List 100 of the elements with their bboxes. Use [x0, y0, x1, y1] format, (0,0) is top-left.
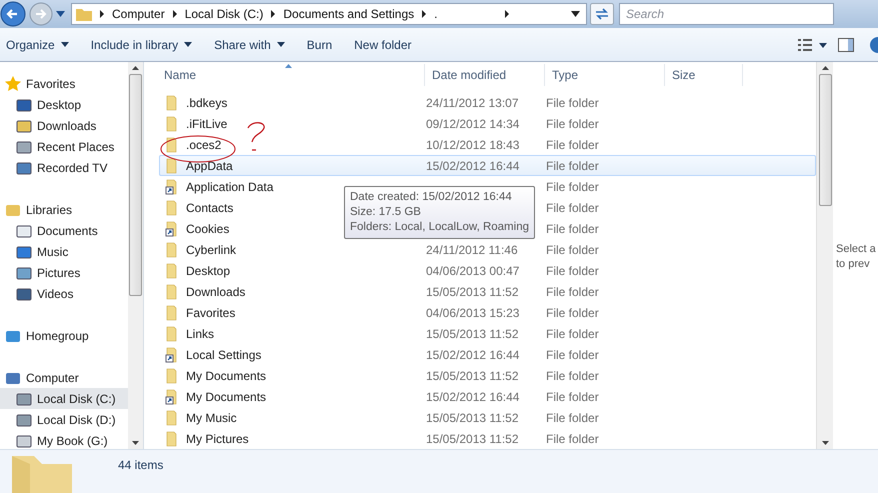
type-text: File folder [546, 390, 599, 404]
nav-item[interactable]: Libraries [0, 199, 128, 220]
nav-item[interactable]: Downloads [0, 115, 128, 136]
type-text: File folder [546, 158, 599, 172]
toolbar-button[interactable]: Include in library [84, 34, 198, 56]
nav-item[interactable]: Recorded TV [0, 157, 128, 178]
date-text: 09/12/2012 14:34 [426, 116, 520, 130]
scroll-down-icon[interactable] [132, 441, 139, 445]
chevron-icon[interactable] [504, 10, 510, 18]
file-name: Contacts [186, 200, 234, 214]
nav-item[interactable]: Local Disk (C:) [0, 388, 128, 409]
star-icon [5, 76, 21, 92]
type-text: File folder [546, 200, 599, 214]
type-text: File folder [546, 326, 599, 340]
dropdown-icon[interactable] [571, 11, 580, 17]
file-name: Cookies [186, 222, 230, 236]
item-count: 44 items [118, 458, 164, 472]
date-text: 15/05/2013 11:52 [426, 368, 519, 382]
question-mark-annotation [247, 122, 265, 151]
toolbar-button[interactable]: New folder [348, 34, 418, 56]
date-text: 15/05/2013 11:52 [426, 432, 519, 446]
type-text: File folder [546, 368, 599, 382]
nav-item[interactable]: My Book (G:) [0, 430, 128, 451]
type-text: File folder [546, 138, 599, 152]
file-name: .oces2 [186, 138, 222, 152]
type-text: File folder [546, 116, 599, 130]
chevron-icon[interactable] [270, 10, 276, 18]
breadcrumb[interactable]: Computer [112, 7, 165, 21]
toolbar-button[interactable]: Share with [208, 34, 291, 56]
dropdown-icon [184, 42, 192, 47]
dropdown-icon [276, 42, 285, 47]
nav-item[interactable]: Documents [0, 220, 128, 241]
type-text: File folder [546, 180, 599, 194]
type-text: File folder [546, 410, 599, 424]
file-name: Links [186, 326, 214, 340]
file-name: Desktop [186, 264, 230, 278]
folder-icon [12, 456, 72, 493]
type-text: File folder [546, 432, 599, 446]
file-name: Cyberlink [186, 242, 236, 256]
breadcrumb[interactable]: Documents and Settings [283, 7, 414, 21]
column-header[interactable]: Type [545, 64, 665, 86]
nav-item[interactable]: Videos [0, 283, 128, 304]
tooltip-line: Folders: Local, LocalLow, Roaming [350, 220, 529, 235]
nav-item[interactable]: Pictures [0, 262, 128, 283]
preview-pane-icon[interactable] [838, 38, 854, 52]
scrollbar[interactable] [816, 62, 833, 449]
nav-item[interactable]: Favorites [0, 73, 128, 94]
history-dropdown-icon[interactable] [56, 11, 65, 17]
scroll-down-icon[interactable] [822, 441, 828, 445]
nav-item[interactable]: Homegroup [0, 325, 128, 346]
date-text: 15/02/2012 16:44 [426, 390, 520, 404]
column-header[interactable]: Date modified [425, 64, 545, 86]
nav-item[interactable]: Recent Places [0, 136, 128, 157]
view-options-icon[interactable] [798, 38, 828, 52]
folder-icon [76, 7, 92, 21]
address-field[interactable]: Computer Local Disk (C:) Documents and Settings . [71, 3, 587, 25]
file-name: Downloads [186, 284, 246, 298]
breadcrumb[interactable]: Local Disk (C:) [184, 7, 264, 21]
date-text: 15/05/2013 11:52 [426, 410, 519, 424]
scroll-up-icon[interactable] [132, 66, 139, 70]
preview-message: to prev [836, 257, 871, 272]
nav-item[interactable]: Desktop [0, 94, 128, 115]
file-name: AppData [186, 158, 233, 172]
refresh-button[interactable] [590, 3, 614, 25]
dropdown-icon [60, 42, 69, 47]
file-name: Application Data [186, 180, 274, 194]
preview-message: Select a [836, 242, 877, 257]
back-button[interactable] [0, 1, 26, 27]
file-name: .bdkeys [186, 96, 228, 110]
search-field[interactable]: Search [619, 3, 834, 25]
date-text: 24/11/2012 11:46 [426, 242, 518, 256]
type-text: File folder [546, 284, 599, 298]
chevron-icon[interactable] [421, 10, 428, 18]
date-text: 10/12/2012 18:43 [426, 138, 520, 152]
column-header[interactable]: Size [665, 64, 743, 86]
chevron-icon[interactable] [172, 10, 178, 18]
toolbar-button[interactable]: Burn [300, 34, 338, 56]
toolbar-button[interactable]: Organize [0, 34, 75, 56]
breadcrumb[interactable]: . [434, 7, 438, 21]
date-text: 04/06/2013 00:47 [426, 264, 520, 278]
date-text: 15/05/2013 11:52 [426, 284, 519, 298]
file-name: My Pictures [186, 432, 249, 446]
type-text: File folder [546, 242, 599, 256]
nav-item[interactable]: Computer [0, 367, 128, 388]
type-text: File folder [546, 222, 599, 236]
type-text: File folder [546, 306, 599, 320]
tooltip-line: Size: 17.5 GB [350, 205, 422, 220]
scroll-up-icon[interactable] [822, 66, 828, 70]
nav-item[interactable]: Local Disk (D:) [0, 409, 128, 430]
sort-arrow-icon [285, 64, 292, 68]
date-text: 15/02/2012 16:44 [426, 158, 520, 172]
file-name: My Documents [186, 368, 266, 382]
file-name: .iFitLive [186, 116, 228, 130]
type-text: File folder [546, 348, 599, 362]
nav-item[interactable]: Music [0, 241, 128, 262]
file-name: My Documents [186, 390, 266, 404]
date-text: 04/06/2013 15:23 [426, 306, 520, 320]
scrollbar[interactable] [128, 62, 143, 449]
chevron-icon[interactable] [99, 10, 105, 18]
type-text: File folder [546, 96, 599, 110]
